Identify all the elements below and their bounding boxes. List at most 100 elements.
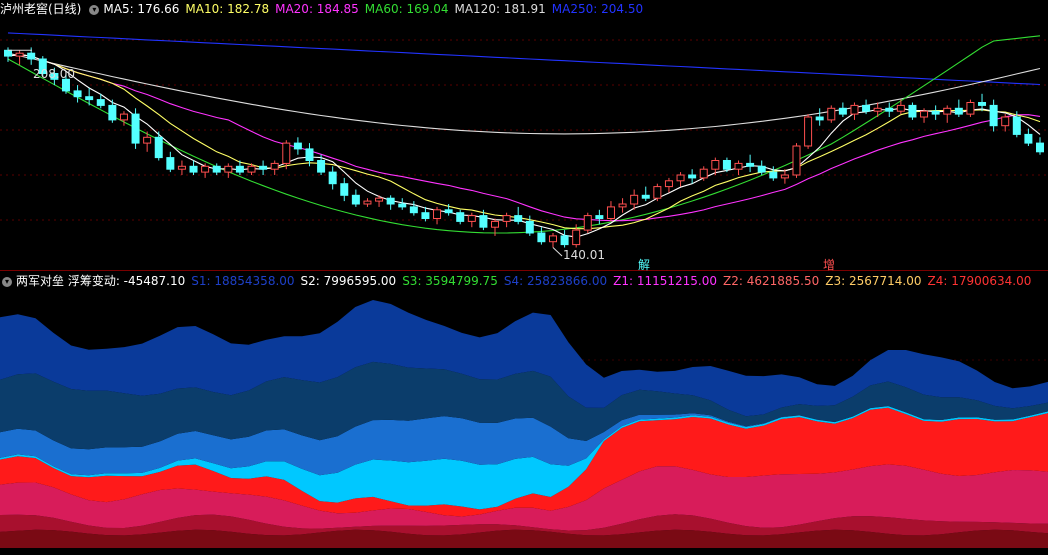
candle-body: [722, 160, 731, 170]
candle-body: [293, 142, 302, 150]
candle-body: [201, 165, 210, 173]
candle-body: [862, 104, 871, 112]
candle-body: [386, 197, 395, 205]
indicator-pane-header: ▾ 两军对垒 浮筹变动: -45487.10 S1: 18854358.00 S2: …: [0, 272, 1037, 290]
indicator-title[interactable]: 两军对垒 浮筹变动: -45487.10: [16, 274, 185, 288]
dropdown-arrow-icon[interactable]: ▾: [2, 277, 12, 287]
candle-body: [224, 165, 233, 173]
ma20-value: MA20: 184.85: [275, 2, 359, 16]
candle-body: [444, 209, 453, 214]
candle-body: [270, 162, 279, 170]
candle-body: [4, 49, 12, 57]
ma10-value: MA10: 182.78: [185, 2, 270, 16]
signal-zeng[interactable]: 增: [822, 256, 836, 273]
candle-body: [653, 186, 662, 199]
signal-jie[interactable]: 解: [637, 256, 651, 273]
candle-body: [572, 229, 581, 246]
ma250-line: [7, 32, 1041, 86]
candle-body: [479, 215, 488, 228]
candle-body: [920, 110, 929, 118]
candle-body: [699, 168, 708, 179]
candle-body: [375, 197, 384, 202]
ma5-line: [7, 54, 1041, 238]
candle-body: [189, 165, 198, 173]
candle-body: [583, 215, 592, 231]
candle-body: [769, 171, 778, 179]
candle-body: [131, 113, 140, 144]
candle-body: [15, 52, 24, 57]
candle-body: [676, 174, 685, 182]
candle-body: [595, 215, 604, 220]
candle-body: [491, 220, 500, 228]
candle-body: [61, 78, 70, 92]
s3-value: S3: 3594799.75: [402, 274, 498, 288]
candle-body: [247, 165, 256, 173]
candle-body: [873, 107, 882, 112]
candle-body: [108, 104, 117, 121]
candle-body: [908, 104, 917, 118]
ma60-line: [7, 35, 1041, 234]
candle-body: [641, 194, 650, 199]
candle-body: [154, 136, 163, 159]
candle-body: [421, 212, 430, 219]
ma250-value: MA250: 204.50: [551, 2, 644, 16]
ma120-value: MA120: 181.91: [454, 2, 546, 16]
candle-body: [630, 194, 639, 205]
candle-body: [827, 107, 836, 121]
candle-body: [618, 203, 627, 208]
candle-body: [317, 160, 326, 173]
candle-body: [966, 102, 975, 115]
dropdown-arrow-icon[interactable]: ▾: [89, 5, 100, 15]
candle-body: [235, 165, 244, 173]
candle-body: [73, 90, 82, 98]
candle-body: [885, 107, 894, 112]
candle-body: [989, 104, 998, 127]
candle-body: [85, 96, 94, 101]
candle-body: [212, 165, 221, 173]
candle-body: [409, 206, 418, 214]
s4-value: S4: 25823866.00: [503, 274, 608, 288]
main-pane-header: 泸州老窖(日线) ▾ MA5: 176.66 MA10: 182.78 MA20: 18…: [0, 0, 649, 18]
z3-value: Z3: 2567714.00: [825, 274, 922, 288]
candle-body: [1012, 116, 1021, 135]
candle-body: [688, 174, 697, 179]
candle-body: [548, 235, 557, 243]
candle-body: [606, 206, 615, 219]
z1-value: Z1: 11151215.00: [613, 274, 717, 288]
candle-body: [143, 136, 152, 144]
candle-body: [954, 107, 963, 115]
candle-body: [804, 116, 813, 147]
candle-body: [27, 52, 36, 60]
candle-body: [502, 215, 511, 222]
candle-body: [1024, 133, 1033, 144]
candle-body: [340, 183, 349, 196]
candle-body: [757, 165, 766, 173]
candle-body: [514, 215, 523, 222]
candle-body: [1036, 142, 1044, 153]
ma120-line: [7, 52, 1041, 135]
candle-body: [1001, 116, 1010, 127]
candle-body: [931, 110, 940, 115]
z2-value: Z2: 4621885.50: [722, 274, 820, 288]
candle-body: [711, 160, 720, 170]
candle-body: [119, 113, 128, 121]
candle-body: [525, 220, 534, 234]
high-price-label: 208.00: [33, 67, 75, 81]
candle-body: [792, 145, 801, 176]
pane-separator: [0, 270, 1048, 271]
low-price-label: 140.01: [563, 248, 605, 262]
ma60-value: MA60: 169.04: [364, 2, 449, 16]
candle-body: [537, 232, 546, 243]
candle-body: [351, 194, 360, 205]
candle-body: [943, 107, 952, 115]
candle-body: [780, 174, 789, 179]
candle-body: [305, 148, 314, 161]
candle-body: [398, 203, 407, 208]
stock-title[interactable]: 泸州老窖(日线): [0, 2, 81, 16]
candle-body: [838, 107, 847, 115]
candle-body: [363, 200, 372, 205]
s1-value: S1: 18854358.00: [191, 274, 295, 288]
candle-body: [896, 104, 905, 112]
candle-body: [166, 157, 175, 170]
candle-body: [664, 180, 673, 188]
